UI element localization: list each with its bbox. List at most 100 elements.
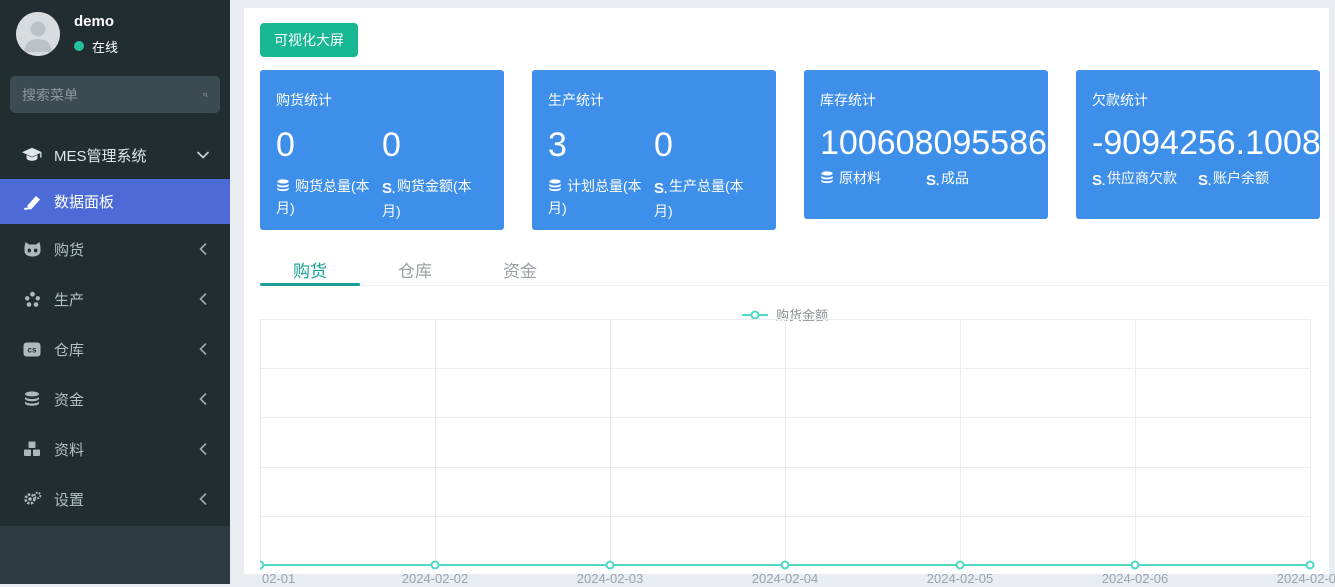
tab-funds[interactable]: 资金	[470, 253, 570, 285]
sidebar-item-purchase[interactable]: 购货	[0, 224, 230, 274]
svg-text:cs: cs	[28, 345, 37, 354]
stat-card-debt: 欠款统计 -9094256.1008644 S 供应商欠款 S 账户余额	[1076, 70, 1320, 219]
sidebar-item-label: 数据面板	[54, 191, 210, 212]
stat-card-inventory: 库存统计 1006080955860 原材料 S 成品	[804, 70, 1048, 219]
tab-purchase[interactable]: 购货	[260, 253, 360, 285]
line-chart: 购货金额 02-012024-02-022024-02-032024-02-04…	[260, 303, 1310, 583]
production-burst-icon	[22, 291, 42, 308]
chart-plot	[260, 319, 1310, 565]
data-point-marker	[1306, 561, 1315, 570]
stat-label: 购货金额(本月)	[382, 178, 472, 219]
v-gridline	[785, 319, 786, 565]
sidebar: demo 在线 MES管理系统	[0, 0, 230, 584]
card-title: 购货统计	[276, 90, 488, 110]
v-gridline	[1135, 319, 1136, 565]
stat-value: 1006080955860	[820, 124, 1032, 163]
user-panel: demo 在线	[0, 0, 230, 66]
v-gridline	[435, 319, 436, 565]
stat-metric: 原材料	[820, 167, 926, 189]
stat-label: 供应商欠款	[1107, 170, 1177, 186]
data-point-marker	[256, 561, 265, 570]
stat-value: 0	[654, 126, 760, 165]
stat-cards-row: 购货统计 0 购货总量(本月) 0 S购货金额(本月)	[260, 70, 1320, 230]
database-icon	[548, 179, 562, 193]
database-icon	[22, 391, 42, 408]
stat-card-purchase: 购货统计 0 购货总量(本月) 0 S购货金额(本月)	[260, 70, 504, 230]
data-point-marker	[956, 561, 965, 570]
search-input[interactable]	[22, 87, 203, 103]
status-label: 在线	[92, 37, 118, 56]
sidebar-footer	[0, 526, 230, 584]
main-panel: 可视化大屏 购货统计 0 购货总量(本月) 0 S购货金额(本月)	[244, 8, 1329, 574]
stat-metric: S 成品	[926, 167, 1032, 192]
stat-label: 购货总量(本月)	[276, 178, 370, 216]
search-icon[interactable]	[203, 87, 208, 103]
warehouse-cs-icon: cs	[22, 342, 42, 357]
money-s-icon: S	[926, 170, 936, 192]
stat-value: 3	[548, 126, 654, 165]
v-gridline	[960, 319, 961, 565]
user-silhouette-icon	[16, 12, 60, 56]
stat-metric: S生产总量(本月)	[654, 175, 760, 222]
legend-line-marker-icon	[742, 310, 768, 319]
money-s-icon: S	[1092, 170, 1102, 192]
stat-card-production: 生产统计 3 计划总量(本月) 0 S生产总量(本月)	[532, 70, 776, 230]
data-point-marker	[781, 561, 790, 570]
cubes-icon	[22, 441, 42, 457]
data-point-marker	[1131, 561, 1140, 570]
stat-label: 计划总量(本月)	[548, 178, 642, 216]
money-s-icon: S	[382, 178, 392, 200]
sidebar-item-label: 生产	[54, 289, 196, 310]
chevron-left-icon	[196, 393, 210, 405]
stat-label: 账户余额	[1213, 170, 1269, 186]
chevron-down-icon	[196, 151, 210, 159]
tab-warehouse[interactable]: 仓库	[365, 253, 465, 285]
stat-value: 0	[276, 126, 382, 165]
stat-label: 原材料	[839, 170, 881, 186]
database-icon	[276, 179, 290, 193]
database-icon	[820, 171, 834, 185]
sidebar-item-mes-system[interactable]: MES管理系统	[0, 131, 230, 179]
card-title: 欠款统计	[1092, 90, 1304, 110]
chart-tabs: 购货 仓库 资金	[260, 253, 1329, 286]
sidebar-item-label: 仓库	[54, 339, 196, 360]
sidebar-search	[10, 76, 220, 113]
avatar[interactable]	[16, 12, 60, 56]
sidebar-item-settings[interactable]: 设置	[0, 474, 230, 524]
v-gridline	[610, 319, 611, 565]
chart-x-axis-labels: 02-012024-02-022024-02-032024-02-042024-…	[260, 571, 1310, 587]
stat-label: 成品	[941, 170, 969, 186]
stat-label: 生产总量(本月)	[654, 178, 744, 219]
stat-value: -9094256.1008644	[1092, 124, 1304, 163]
user-status: 在线	[74, 37, 118, 56]
data-panel-icon	[22, 194, 42, 210]
graduation-cap-icon	[22, 147, 42, 163]
sidebar-item-materials[interactable]: 资料	[0, 424, 230, 474]
sidebar-item-label: MES管理系统	[54, 145, 196, 166]
sidebar-item-data-panel[interactable]: 数据面板	[0, 179, 230, 224]
sidebar-item-label: 资金	[54, 389, 196, 410]
sidebar-item-funds[interactable]: 资金	[0, 374, 230, 424]
money-s-icon: S	[654, 178, 664, 200]
sidebar-item-label: 设置	[54, 489, 196, 510]
money-s-icon: S	[1198, 170, 1208, 192]
gears-icon	[22, 491, 42, 508]
sidebar-item-label: 购货	[54, 239, 196, 260]
sidebar-item-label: 资料	[54, 439, 196, 460]
chevron-left-icon	[196, 493, 210, 505]
stat-metric: S 供应商欠款	[1092, 167, 1198, 192]
v-gridline	[1310, 319, 1311, 565]
data-point-marker	[431, 561, 440, 570]
online-dot-icon	[74, 41, 84, 51]
username: demo	[74, 13, 118, 30]
card-title: 生产统计	[548, 90, 760, 110]
card-title: 库存统计	[820, 90, 1032, 110]
data-point-marker	[606, 561, 615, 570]
purchase-face-icon	[22, 241, 42, 257]
chevron-left-icon	[196, 243, 210, 255]
sidebar-item-warehouse[interactable]: cs 仓库	[0, 324, 230, 374]
chevron-left-icon	[196, 443, 210, 455]
stat-metric: 计划总量(本月)	[548, 175, 654, 219]
visualization-bigscreen-button[interactable]: 可视化大屏	[260, 23, 358, 57]
sidebar-item-production[interactable]: 生产	[0, 274, 230, 324]
